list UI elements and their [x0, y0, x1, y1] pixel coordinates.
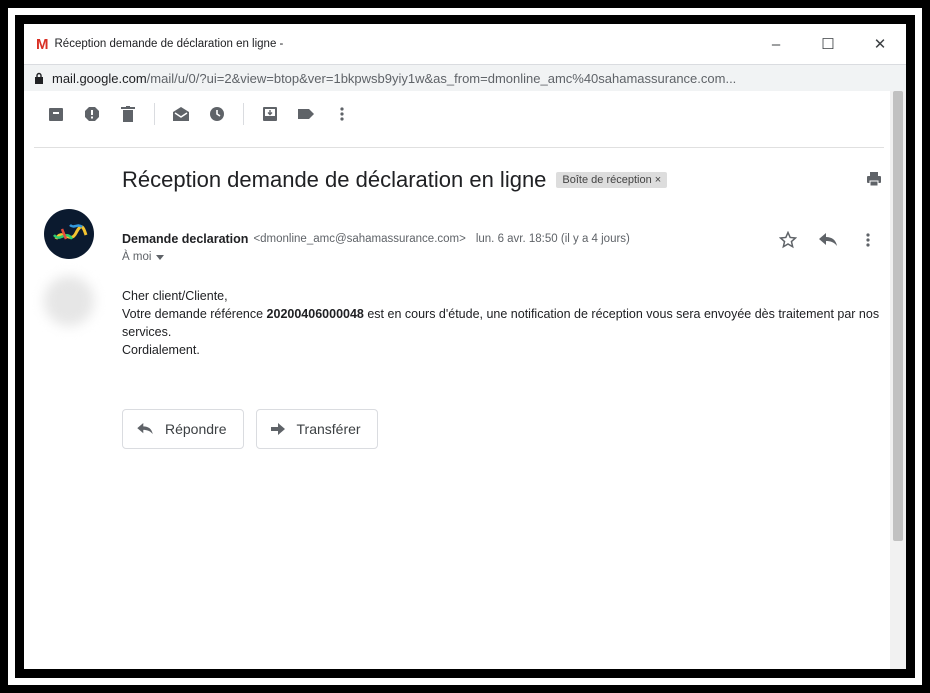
- forward-button-label: Transférer: [296, 421, 361, 437]
- chevron-down-icon: [156, 254, 165, 260]
- delete-icon[interactable]: [110, 96, 146, 132]
- browser-window: M Réception demande de déclaration en li…: [24, 24, 906, 669]
- archive-icon[interactable]: [38, 96, 74, 132]
- move-to-icon[interactable]: [252, 96, 288, 132]
- body-paragraph: Votre demande référence 20200406000048 e…: [122, 305, 882, 341]
- window-controls: – ☐ ✕: [750, 24, 906, 64]
- inbox-label-chip[interactable]: Boîte de réception ×: [556, 172, 668, 188]
- reply-icon[interactable]: [816, 228, 840, 252]
- forward-button[interactable]: Transférer: [255, 409, 378, 449]
- toolbar-separator: [243, 103, 244, 125]
- snooze-icon[interactable]: [199, 96, 235, 132]
- mark-unread-icon[interactable]: [163, 96, 199, 132]
- close-button[interactable]: ✕: [854, 24, 906, 64]
- reply-icon: [137, 423, 153, 435]
- report-spam-icon[interactable]: [74, 96, 110, 132]
- reply-button[interactable]: Répondre: [122, 409, 244, 449]
- recipient-label: À moi: [122, 251, 152, 263]
- maximize-button[interactable]: ☐: [802, 24, 854, 64]
- more-vert-icon[interactable]: [324, 96, 360, 132]
- body-greeting: Cher client/Cliente,: [122, 289, 228, 303]
- subject-row: Réception demande de déclaration en lign…: [122, 167, 668, 193]
- sender-name[interactable]: Demande declaration: [122, 232, 248, 246]
- mail-content: Réception demande de déclaration en lign…: [24, 91, 890, 669]
- body-text-pre: Votre demande référence: [122, 307, 267, 321]
- email-subject: Réception demande de déclaration en lign…: [122, 167, 547, 192]
- star-icon[interactable]: [776, 228, 800, 252]
- gmail-logo-icon: M: [36, 35, 49, 53]
- reply-button-label: Répondre: [165, 421, 227, 437]
- url-host: mail.google.com: [52, 70, 147, 86]
- toolbar-separator: [154, 103, 155, 125]
- more-vert-icon[interactable]: [856, 228, 880, 252]
- forward-icon: [270, 423, 285, 435]
- body-closing: Cordialement.: [122, 343, 200, 357]
- print-icon[interactable]: [866, 171, 882, 192]
- scrollbar[interactable]: [890, 91, 906, 669]
- blurred-avatar: [44, 276, 94, 326]
- email-body: Cher client/Cliente, Votre demande référ…: [122, 287, 882, 359]
- minimize-button[interactable]: –: [750, 24, 802, 64]
- scrollbar-thumb[interactable]: [893, 91, 903, 541]
- reference-number: 20200406000048: [266, 307, 364, 321]
- address-bar[interactable]: mail.google.com/mail/u/0/?ui=2&view=btop…: [24, 64, 906, 92]
- message-actions: [776, 228, 880, 252]
- sender-avatar: [44, 209, 94, 259]
- title-bar: M Réception demande de déclaration en li…: [24, 24, 906, 64]
- lock-icon: [34, 72, 44, 84]
- sender-row: Demande declaration <dmonline_amc@sahama…: [122, 232, 630, 246]
- sender-email: <dmonline_amc@sahamassurance.com>: [253, 233, 466, 245]
- labels-icon[interactable]: [288, 96, 324, 132]
- window-title: Réception demande de déclaration en lign…: [54, 38, 284, 50]
- mail-toolbar: [24, 91, 890, 137]
- recipient-line[interactable]: À moi: [122, 251, 165, 263]
- url-path: /mail/u/0/?ui=2&view=btop&ver=1bkpwsb9yi…: [146, 70, 737, 86]
- reply-forward-buttons: Répondre Transférer: [122, 409, 378, 449]
- toolbar-divider: [34, 147, 884, 148]
- email-date: lun. 6 avr. 18:50 (il y a 4 jours): [475, 233, 630, 245]
